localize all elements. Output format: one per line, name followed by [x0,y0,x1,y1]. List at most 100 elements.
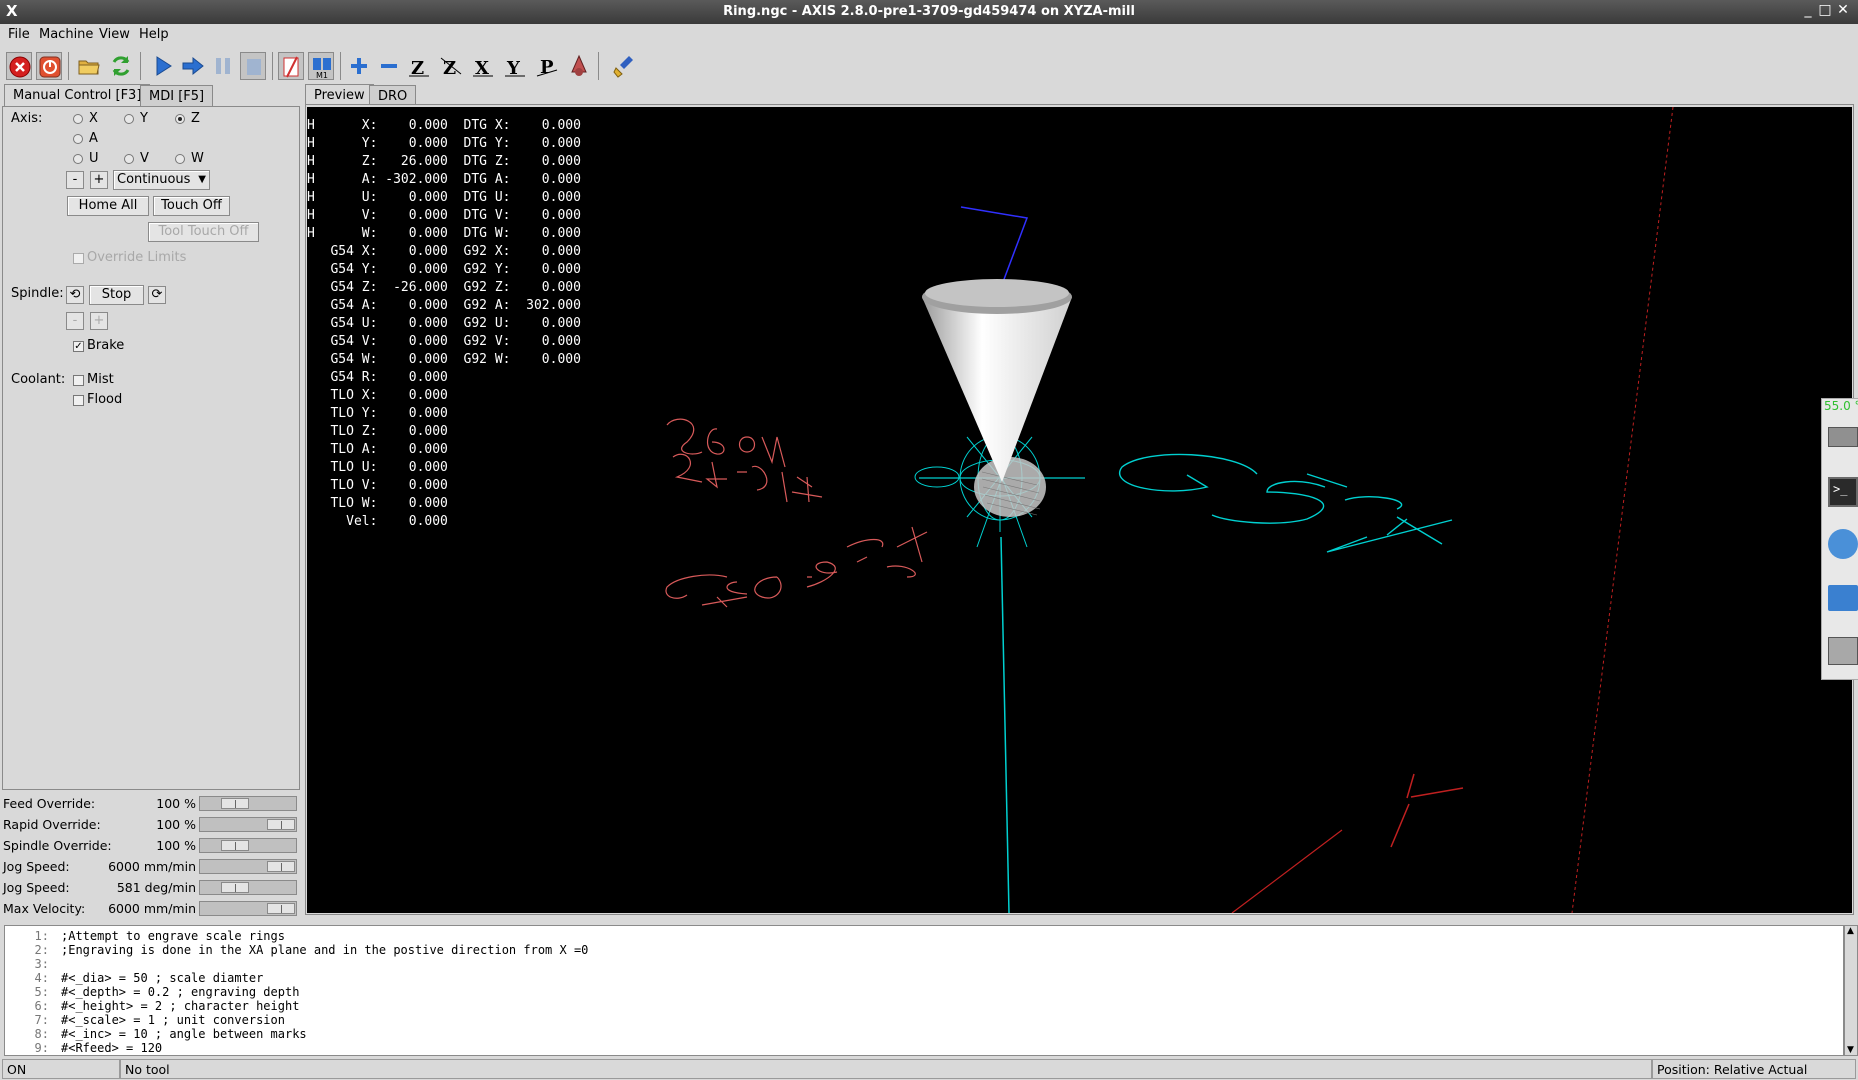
dro-row: TLO W: 0.000 [307,496,448,511]
rapid-override-slider[interactable] [199,817,297,832]
axis-w-radio[interactable] [175,154,185,164]
gcode-listing[interactable]: 1: ;Attempt to engrave scale rings 2: ;Engr… [4,925,1844,1056]
gcode-line[interactable]: 9: #<Rfeed> = 120 [5,1041,163,1055]
tool-touch-off-button[interactable]: Tool Touch Off [148,222,259,242]
gcode-scrollbar[interactable]: ▲ ▼ [1844,925,1858,1056]
line-text: #<Rfeed> = 120 [61,1041,163,1055]
home-all-button[interactable]: Home All [67,196,149,216]
spindle-slower-button[interactable]: - [66,312,84,330]
gcode-line[interactable]: 4: #<_dia> = 50 ; scale diamter [5,971,264,985]
slider-thumb[interactable] [221,882,249,893]
axis-x-radio[interactable] [73,114,83,124]
dro-row: G54 A: 0.000 G92 A: 302.000 [307,298,581,313]
max-velocity-slider[interactable] [199,901,297,916]
axis-y-radio[interactable] [124,114,134,124]
scroll-up-icon[interactable]: ▲ [1847,926,1854,936]
dro-row: TLO X: 0.000 [307,388,448,403]
feed-override-slider[interactable] [199,796,297,811]
jog-mode-select[interactable]: Continuous ▼ [113,170,210,190]
angular-jog-speed-slider[interactable] [199,880,297,895]
axis-a-radio[interactable] [73,134,83,144]
side-dock: 55.0 ° >_ [1821,398,1858,680]
mist-label: Mist [87,372,114,387]
jog-speed-slider[interactable] [199,859,297,874]
rotate-view-icon[interactable] [566,52,592,80]
spindle-stop-button[interactable]: Stop [89,285,144,305]
line-text: #<_scale> = 1 ; unit conversion [61,1013,285,1027]
menu-view[interactable]: View [99,27,130,42]
gcode-line[interactable]: 3: [5,957,61,971]
folder-icon[interactable] [1828,585,1858,611]
browser-icon[interactable] [1828,529,1858,559]
tab-manual-control[interactable]: Manual Control [F3] [4,84,151,107]
dro-row: G54 Y: 0.000 G92 Y: 0.000 [307,262,581,277]
gcode-line[interactable]: 7: #<_scale> = 1 ; unit conversion [5,1013,285,1027]
flood-checkbox[interactable] [73,395,84,406]
stop-icon[interactable] [240,52,266,80]
slider-thumb[interactable] [267,819,295,830]
terminal-icon[interactable]: >_ [1828,477,1858,507]
gl-preview[interactable]: H X: 0.000 DTG X: 0.000 H Y: 0.000 DTG Y:… [307,107,1852,913]
open-file-icon[interactable] [76,52,102,80]
spindle-ccw-icon[interactable]: ⟲ [66,286,84,304]
view-z-icon[interactable]: Z [406,52,432,80]
slider-thumb[interactable] [221,798,249,809]
optional-stop-icon[interactable]: M1 [308,52,334,80]
axis-z-radio[interactable] [175,114,185,124]
screenshot-icon[interactable] [1828,637,1858,665]
maximize-button[interactable]: □ [1817,2,1833,20]
gcode-line[interactable]: 2: ;Engraving is done in the XA plane and… [5,943,589,957]
axis-label: Axis: [11,111,43,126]
reload-icon[interactable] [108,52,134,80]
run-icon[interactable] [150,52,176,80]
dro-row: G54 V: 0.000 G92 V: 0.000 [307,334,581,349]
gcode-line[interactable]: 8: #<_inc> = 10 ; angle between marks [5,1027,307,1041]
jog-minus-button[interactable]: - [66,171,84,189]
view-x-icon[interactable]: X [470,52,496,80]
slider-thumb[interactable] [267,861,295,872]
slider-thumb[interactable] [267,903,295,914]
menu-file[interactable]: File [8,27,30,42]
axis-y-label: Y [140,111,148,126]
close-window-button[interactable]: ✕ [1835,2,1851,20]
view-z2-icon[interactable]: Z [438,52,464,80]
drive-icon[interactable] [1828,427,1858,447]
view-y-icon[interactable]: Y [502,52,528,80]
menu-help[interactable]: Help [139,27,169,42]
pause-icon[interactable] [210,52,236,80]
override-limits-checkbox[interactable] [73,253,84,264]
brake-checkbox[interactable]: ✓ [73,341,84,352]
scroll-down-icon[interactable]: ▼ [1847,1045,1854,1055]
gcode-line[interactable]: 5: #<_depth> = 0.2 ; engraving depth [5,985,300,999]
mist-checkbox[interactable] [73,375,84,386]
dro-row: G54 Z: -26.000 G92 Z: 0.000 [307,280,581,295]
dro-overlay: H X: 0.000 DTG X: 0.000 H Y: 0.000 DTG Y:… [307,117,581,531]
touch-off-button[interactable]: Touch Off [153,196,230,216]
line-text: #<_inc> = 10 ; angle between marks [61,1027,307,1041]
zoom-out-icon[interactable] [376,52,402,80]
axis-u-radio[interactable] [73,154,83,164]
machine-state: ON [2,1059,120,1079]
tab-mdi[interactable]: MDI [F5] [140,85,214,107]
angular-jog-speed-label: Jog Speed: [3,880,70,895]
jog-plus-button[interactable]: + [90,171,108,189]
view-p-icon[interactable]: P [534,52,560,80]
spindle-override-slider[interactable] [199,838,297,853]
minimize-button[interactable]: _ [1800,2,1816,20]
spindle-cw-icon[interactable]: ⟳ [148,286,166,304]
menu-machine[interactable]: Machine [39,27,93,42]
spindle-label: Spindle: [11,286,64,301]
estop-icon[interactable] [6,52,32,80]
gcode-line[interactable]: 6: #<_height> = 2 ; character height [5,999,300,1013]
step-icon[interactable] [180,52,206,80]
max-velocity-value: 6000 mm/min [108,901,196,916]
slider-thumb[interactable] [221,840,249,851]
spindle-faster-button[interactable]: + [90,312,108,330]
power-icon[interactable] [36,52,62,80]
position-mode: Position: Relative Actual [1652,1059,1856,1079]
clear-backplot-icon[interactable] [612,52,638,80]
gcode-line[interactable]: 1: ;Attempt to engrave scale rings [5,929,285,943]
block-delete-icon[interactable] [278,52,304,80]
axis-v-radio[interactable] [124,154,134,164]
zoom-in-icon[interactable] [346,52,372,80]
